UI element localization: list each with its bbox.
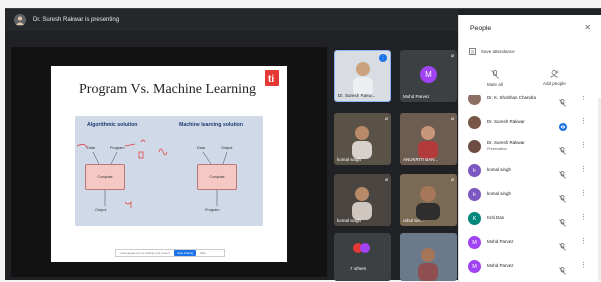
tile-name: komal singh bbox=[337, 157, 362, 162]
participant-role: Presentation bbox=[487, 147, 508, 151]
add-people-button[interactable]: Add people bbox=[543, 70, 566, 86]
participant-row[interactable]: Dr. K. Shobhan Chandra ⋮ bbox=[459, 95, 601, 111]
tile-komal-singh[interactable]: ⌀ komal singh bbox=[334, 113, 391, 165]
participant-name: Dr. Suresh Rakwar bbox=[487, 119, 525, 124]
mic-off-icon: ⌀ bbox=[450, 116, 454, 122]
mute-all-label: Mute all bbox=[487, 82, 503, 87]
participant-row[interactable]: Dr. Suresh Rakwar Presentation ⋮ bbox=[459, 135, 601, 159]
person-video bbox=[418, 248, 438, 281]
presenter-avatar-icon bbox=[13, 13, 27, 27]
participant-name: Mohd Parvez bbox=[487, 239, 514, 244]
people-panel: People ✕ Save attendance Mute all Add pe… bbox=[458, 15, 601, 282]
mic-off-icon[interactable] bbox=[559, 190, 567, 203]
person-video bbox=[353, 62, 373, 97]
participant-name: Kriti Das bbox=[487, 215, 505, 220]
tile-name: rahul sin... bbox=[403, 218, 424, 223]
add-person-icon bbox=[550, 70, 559, 78]
presentation-stage[interactable]: Program Vs. Machine Learning ti Algorith… bbox=[11, 47, 327, 277]
others-count: 7 others bbox=[350, 266, 367, 271]
stop-sharing-button[interactable]: Stop sharing bbox=[174, 250, 197, 256]
panel-title: People bbox=[470, 25, 492, 32]
avatar: k bbox=[468, 164, 481, 177]
mic-off-icon[interactable] bbox=[559, 166, 567, 179]
svg-text:ti: ti bbox=[268, 74, 274, 85]
tile-anukriti[interactable]: ⌀ ANUKRITI BAN... bbox=[400, 113, 457, 165]
mute-all-button[interactable]: Mute all bbox=[487, 70, 503, 87]
avatar: M bbox=[420, 66, 437, 83]
avatar bbox=[468, 95, 481, 105]
participant-tiles: ⋮ Dr. Suresh Rakw... M ⌀ Mohd Parvez ⌀ k… bbox=[334, 50, 458, 281]
tile-video[interactable] bbox=[400, 233, 457, 281]
active-speaker-icon: ⋮ bbox=[379, 54, 387, 62]
mic-off-icon[interactable] bbox=[559, 95, 567, 107]
avatar bbox=[360, 243, 370, 253]
tile-name: komal singh bbox=[337, 218, 362, 223]
screen-share-bar: meet.google.com is sharing your screen. … bbox=[115, 249, 225, 257]
mic-off-icon: ⌀ bbox=[450, 53, 454, 59]
add-people-label: Add people bbox=[543, 81, 566, 86]
participant-list: Dr. K. Shobhan Chandra ⋮ Dr. Suresh Rakwar… bbox=[459, 95, 601, 282]
person-video bbox=[418, 126, 438, 159]
mic-off-icon[interactable] bbox=[559, 142, 567, 155]
more-options-icon[interactable]: ⋮ bbox=[580, 141, 587, 151]
participant-name: Dr. K. Shobhan Chandra bbox=[487, 95, 537, 100]
tile-mohd-parvez[interactable]: M ⌀ Mohd Parvez bbox=[400, 50, 457, 102]
more-options-icon[interactable]: ⋮ bbox=[580, 189, 587, 199]
tile-name: ANUKRITI BAN... bbox=[403, 157, 439, 162]
save-attendance-label: Save attendance bbox=[481, 49, 515, 54]
tile-komal-singh-2[interactable]: ⌀ komal singh bbox=[334, 174, 391, 226]
participant-row[interactable]: M Mohd Parvez ⋮ bbox=[459, 231, 601, 255]
participant-row[interactable]: k komal singh ⋮ bbox=[459, 183, 601, 207]
slide-title: Program Vs. Machine Learning bbox=[79, 82, 257, 97]
mic-off-icon: ⌀ bbox=[450, 177, 454, 183]
avatar: K bbox=[468, 212, 481, 225]
more-options-icon[interactable]: ⋮ bbox=[580, 165, 587, 175]
tile-presenter[interactable]: ⋮ Dr. Suresh Rakw... bbox=[334, 50, 391, 102]
participant-row[interactable]: K Kriti Das ⋮ bbox=[459, 207, 601, 231]
avatar: M bbox=[468, 236, 481, 249]
participant-name: Mohd Parvez bbox=[487, 263, 514, 268]
close-icon[interactable]: ✕ bbox=[584, 23, 591, 32]
person-video bbox=[352, 187, 372, 220]
tile-name: Mohd Parvez bbox=[403, 94, 430, 99]
more-options-icon[interactable]: ⋮ bbox=[580, 237, 587, 247]
mic-off-icon: ⌀ bbox=[384, 177, 388, 183]
participant-name: komal singh bbox=[487, 167, 512, 172]
tile-name: Dr. Suresh Rakw... bbox=[338, 93, 376, 98]
more-options-icon[interactable]: ⋮ bbox=[580, 95, 587, 103]
attendance-icon bbox=[469, 48, 476, 55]
avatar: k bbox=[468, 188, 481, 201]
more-options-icon[interactable]: ⋮ bbox=[580, 213, 587, 223]
tile-others[interactable]: 7 others bbox=[334, 233, 391, 281]
tile-rahul-singh[interactable]: ⌀ rahul sin... bbox=[400, 174, 457, 226]
share-bar-text: meet.google.com is sharing your screen. bbox=[120, 251, 171, 255]
hide-button[interactable]: Hide bbox=[200, 251, 206, 255]
speaking-icon[interactable] bbox=[559, 118, 567, 131]
meet-window: Dr. Suresh Rakwar is presenting Program … bbox=[0, 0, 601, 282]
participant-row[interactable]: Dr. Suresh Rakwar ⋮ bbox=[459, 111, 601, 135]
person-video bbox=[416, 186, 440, 220]
mic-off-icon: ⌀ bbox=[384, 116, 388, 122]
logo-icon: ti bbox=[265, 70, 279, 86]
participant-row[interactable]: M Mohd Parvez ⋮ bbox=[459, 255, 601, 279]
shared-slide: Program Vs. Machine Learning ti Algorith… bbox=[51, 66, 287, 262]
more-options-icon[interactable]: ⋮ bbox=[580, 117, 587, 127]
avatar bbox=[468, 140, 481, 153]
mic-off-icon bbox=[491, 70, 499, 79]
mic-off-icon[interactable] bbox=[559, 214, 567, 227]
presenting-label: Dr. Suresh Rakwar is presenting bbox=[33, 17, 120, 23]
participant-name: Dr. Suresh Rakwar bbox=[487, 140, 525, 145]
comparison-diagram: Algorithmic solution Machine learning so… bbox=[75, 116, 263, 226]
mic-off-icon[interactable] bbox=[559, 262, 567, 275]
person-video bbox=[352, 126, 372, 159]
mic-off-icon[interactable] bbox=[559, 238, 567, 251]
participant-name: komal singh bbox=[487, 191, 512, 196]
more-options-icon[interactable]: ⋮ bbox=[580, 261, 587, 271]
diagram-arrows bbox=[76, 139, 228, 208]
save-attendance-button[interactable]: Save attendance bbox=[469, 48, 515, 55]
presenting-bar: Dr. Suresh Rakwar is presenting bbox=[5, 9, 459, 31]
participant-row[interactable]: k komal singh ⋮ bbox=[459, 159, 601, 183]
avatar: M bbox=[468, 260, 481, 273]
avatar bbox=[468, 116, 481, 129]
